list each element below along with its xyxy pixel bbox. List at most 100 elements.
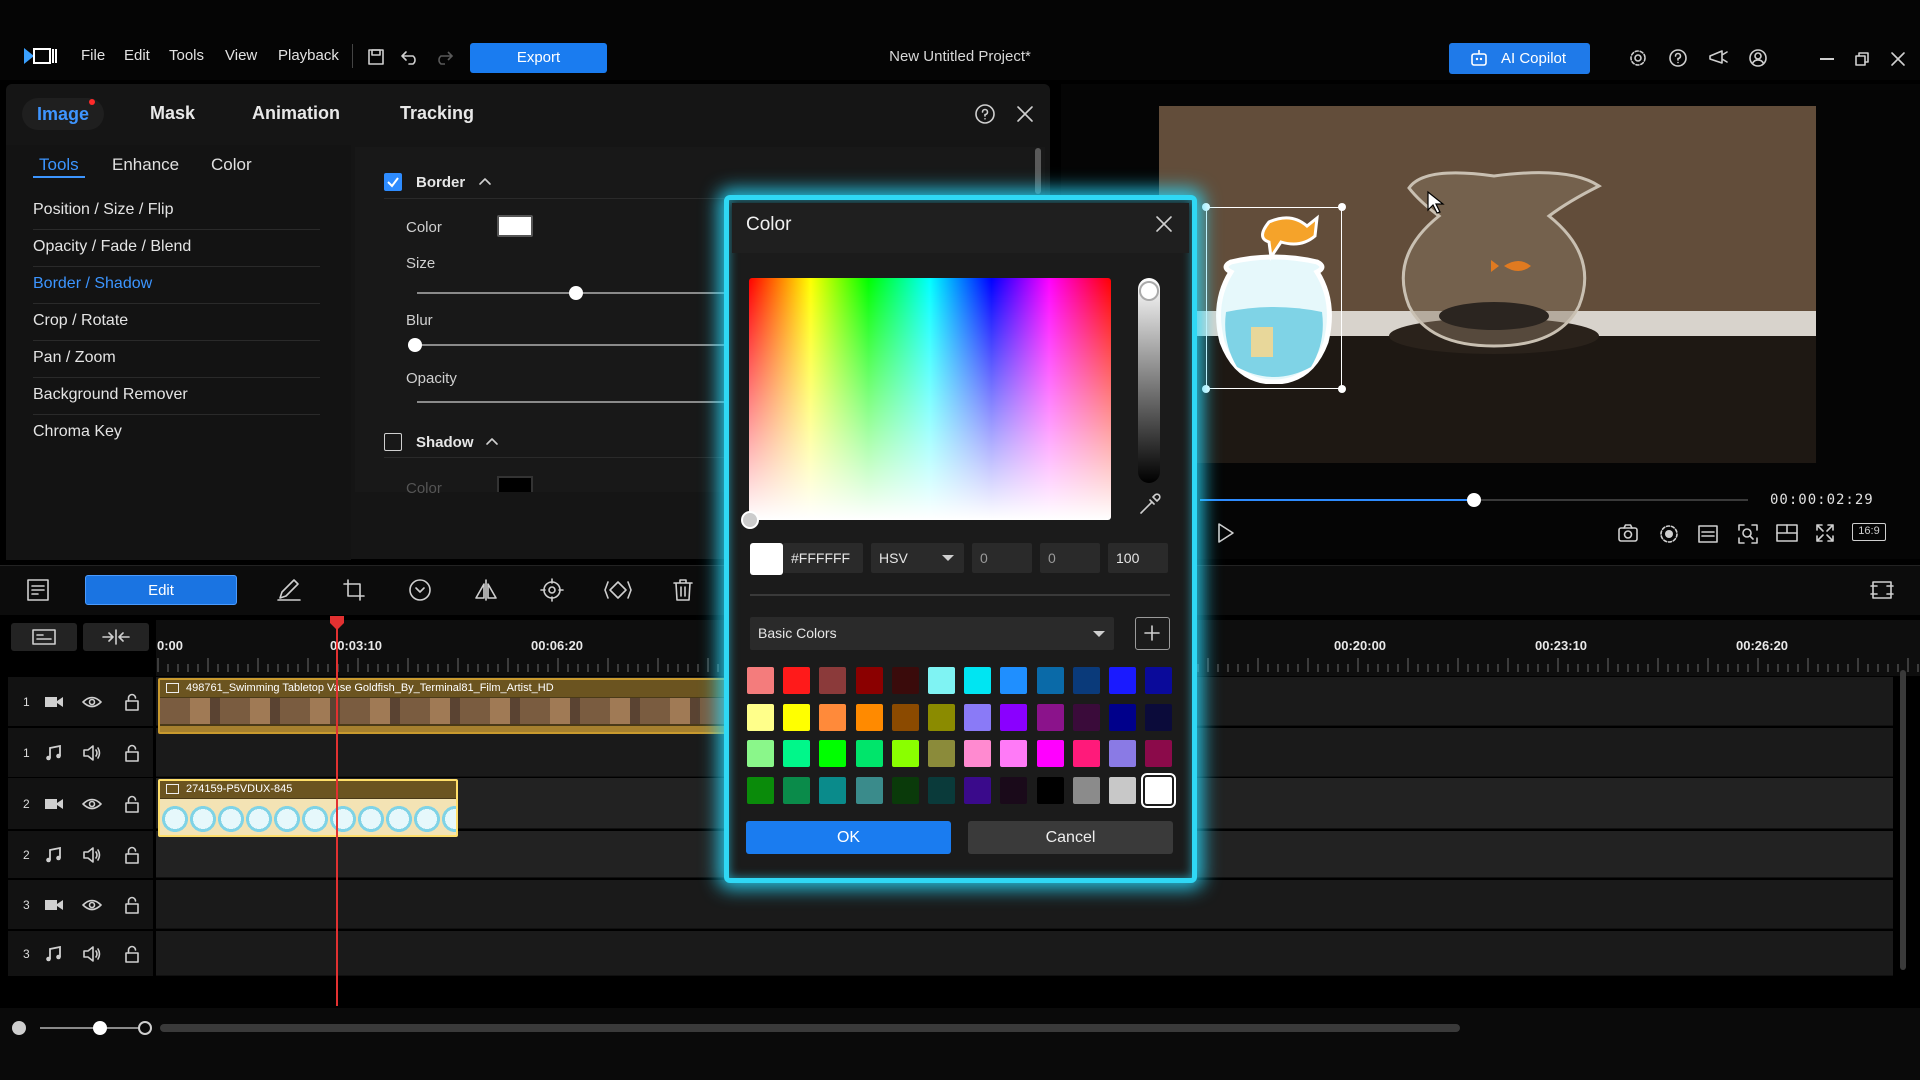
color-swatch[interactable] [855, 776, 883, 804]
color-swatch[interactable] [819, 703, 847, 731]
color-swatch[interactable] [855, 740, 883, 767]
color-swatch[interactable] [855, 667, 883, 694]
library-icon[interactable] [26, 578, 50, 602]
color-swatch[interactable] [964, 776, 992, 804]
color-swatch[interactable] [891, 667, 919, 694]
playback-mode-icon[interactable] [1658, 523, 1680, 545]
color-swatch[interactable] [747, 776, 774, 804]
lock-icon[interactable] [124, 846, 140, 864]
speed-icon[interactable] [408, 578, 432, 602]
color-swatch[interactable] [819, 740, 847, 767]
close-window-icon[interactable] [1890, 51, 1906, 67]
color-swatch[interactable] [783, 667, 811, 694]
notification-icon[interactable] [1707, 48, 1729, 68]
color-swatch[interactable] [964, 703, 992, 731]
vertical-scrollbar[interactable] [1900, 670, 1906, 970]
color-swatch[interactable] [1036, 667, 1064, 694]
color-swatch[interactable] [928, 776, 955, 804]
color-swatch[interactable] [747, 667, 774, 694]
lock-icon[interactable] [124, 896, 140, 914]
color-swatch[interactable] [1000, 667, 1028, 694]
opacity-slider-track[interactable] [417, 401, 724, 403]
horizontal-scrollbar[interactable] [160, 1024, 1460, 1032]
shadow-color-swatch[interactable] [497, 476, 533, 492]
subtitle-icon[interactable] [1697, 524, 1719, 544]
color-swatch[interactable] [1000, 740, 1028, 767]
color-swatch[interactable] [928, 740, 955, 767]
redo-icon[interactable] [434, 48, 454, 66]
video-preview[interactable] [1159, 106, 1816, 463]
color-swatch[interactable] [783, 703, 811, 731]
color-swatch[interactable] [1036, 703, 1064, 731]
color-swatch[interactable] [1109, 667, 1136, 694]
play-icon[interactable] [1216, 522, 1236, 544]
border-color-swatch[interactable] [497, 215, 533, 237]
gear-icon[interactable] [1628, 48, 1648, 68]
color-swatch[interactable] [891, 740, 919, 767]
trash-icon[interactable] [672, 578, 694, 602]
sidebar-item-border-shadow[interactable]: Border / Shadow [33, 267, 320, 304]
timeline-settings-icon[interactable] [1869, 578, 1895, 602]
zoom-slider-knob[interactable] [93, 1021, 107, 1035]
color-swatch[interactable] [1145, 740, 1173, 767]
resize-handle[interactable] [1202, 385, 1210, 393]
color-swatch[interactable] [783, 776, 811, 804]
resize-handle[interactable] [1338, 385, 1346, 393]
lock-icon[interactable] [124, 795, 140, 813]
speaker-icon[interactable] [82, 847, 102, 863]
tab-animation[interactable]: Animation [252, 103, 340, 124]
help-icon[interactable] [1668, 48, 1688, 68]
menu-playback[interactable]: Playback [278, 47, 339, 64]
color-swatch[interactable] [819, 667, 847, 694]
zoom-preview-icon[interactable] [1737, 523, 1759, 545]
color-swatch[interactable] [1109, 703, 1136, 731]
playback-slider[interactable] [1200, 493, 1748, 507]
tab-tracking[interactable]: Tracking [400, 103, 474, 124]
layout-icon[interactable] [1775, 523, 1799, 543]
size-slider-knob[interactable] [569, 286, 584, 300]
spectrum-picker-handle[interactable] [741, 511, 759, 529]
sidebar-item-crop[interactable]: Crop / Rotate [33, 304, 320, 341]
sidebar-item-opacity[interactable]: Opacity / Fade / Blend [33, 230, 320, 267]
color-swatch[interactable] [1072, 703, 1100, 731]
sidebar-item-background-remover[interactable]: Background Remover [33, 378, 320, 415]
sidebar-item-chroma-key[interactable]: Chroma Key [33, 415, 320, 452]
color-swatch[interactable] [1072, 740, 1100, 767]
settings-scrollbar[interactable] [1035, 148, 1041, 194]
menu-view[interactable]: View [225, 47, 257, 64]
color-swatch[interactable] [964, 667, 992, 694]
track-row[interactable] [156, 880, 1893, 929]
color-swatch[interactable] [1000, 776, 1028, 804]
speaker-icon[interactable] [82, 946, 102, 962]
eyedropper-icon[interactable] [1138, 492, 1162, 516]
edit-button[interactable]: Edit [85, 575, 237, 605]
color-swatch[interactable] [1036, 740, 1064, 767]
palette-select[interactable]: Basic Colors [750, 617, 1114, 650]
blur-slider-knob[interactable] [408, 338, 422, 352]
tracking-icon[interactable] [540, 578, 564, 602]
color-swatch[interactable] [1145, 667, 1173, 694]
color-swatch[interactable] [1141, 772, 1177, 808]
zoom-slider-track[interactable] [40, 1027, 140, 1029]
color-swatch[interactable] [964, 740, 992, 767]
color-spectrum[interactable] [749, 278, 1111, 520]
close-panel-icon[interactable] [1016, 105, 1034, 123]
color-swatch[interactable] [1072, 776, 1100, 804]
playhead[interactable] [336, 620, 338, 1006]
size-slider[interactable] [417, 286, 724, 300]
h-input[interactable]: 0 [972, 543, 1032, 573]
add-custom-color-button[interactable] [1135, 617, 1170, 650]
cancel-button[interactable]: Cancel [968, 821, 1173, 854]
color-swatch[interactable] [819, 776, 847, 804]
eye-icon[interactable] [82, 694, 102, 710]
lock-icon[interactable] [124, 744, 140, 762]
snapshot-icon[interactable] [1617, 523, 1639, 543]
sub-tab-color[interactable]: Color [211, 155, 252, 175]
menu-file[interactable]: File [81, 47, 105, 64]
video-clip[interactable]: 498761_Swimming Tabletop Vase Goldfish_B… [158, 678, 728, 734]
pen-icon[interactable] [276, 578, 302, 602]
playback-knob[interactable] [1467, 493, 1481, 507]
save-icon[interactable] [366, 47, 386, 67]
color-swatch[interactable] [1000, 703, 1028, 731]
color-swatch[interactable] [1109, 740, 1136, 767]
